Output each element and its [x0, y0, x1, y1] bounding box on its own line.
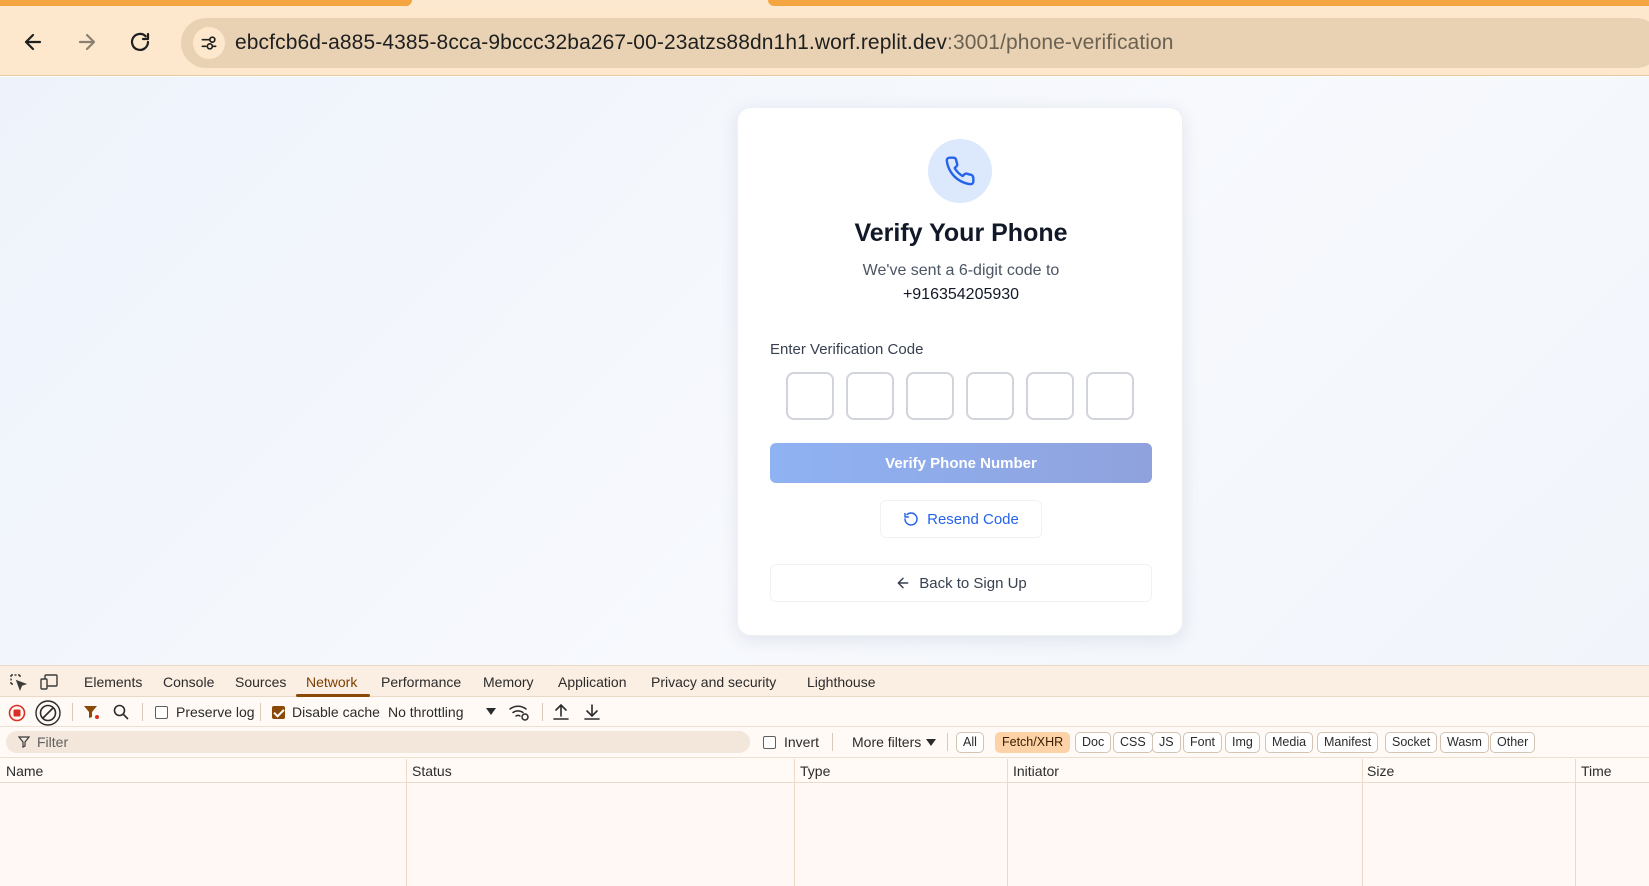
filter-input[interactable]: Filter	[6, 731, 750, 753]
otp-input-6[interactable]	[1086, 372, 1134, 420]
url-text: ebcfcb6d-a885-4385-8cca-9bccc32ba267-00-…	[235, 31, 1174, 54]
filter-icon	[18, 736, 30, 748]
column-initiator[interactable]: Initiator	[1013, 763, 1059, 779]
tab-performance[interactable]: Performance	[381, 674, 461, 690]
back-nav-button[interactable]	[15, 24, 51, 60]
site-settings-icon[interactable]	[193, 27, 225, 59]
network-conditions-icon[interactable]	[508, 702, 530, 722]
filter-chip-socket[interactable]: Socket	[1385, 732, 1438, 753]
arrow-right-icon	[78, 33, 96, 51]
preserve-log-checkbox[interactable]	[155, 706, 168, 719]
browser-toolbar: ebcfcb6d-a885-4385-8cca-9bccc32ba267-00-…	[0, 6, 1649, 76]
resend-label: Resend Code	[927, 510, 1019, 528]
column-name[interactable]: Name	[6, 763, 43, 779]
arrow-left-icon	[24, 33, 42, 51]
tab-application[interactable]: Application	[558, 674, 627, 690]
verify-phone-button[interactable]: Verify Phone Number	[770, 443, 1152, 483]
tab-lighthouse[interactable]: Lighthouse	[807, 674, 876, 690]
reload-button[interactable]	[122, 24, 158, 60]
filter-toggle-icon[interactable]	[82, 703, 100, 721]
filter-chip-all[interactable]: All	[956, 732, 984, 753]
network-table-body	[0, 784, 1649, 886]
inspect-element-icon[interactable]	[8, 672, 28, 692]
column-type[interactable]: Type	[800, 763, 830, 779]
tab-privacy-security[interactable]: Privacy and security	[651, 674, 776, 690]
more-filters-dropdown[interactable]: More filters	[852, 734, 921, 750]
refresh-icon	[904, 512, 918, 526]
filter-chip-css[interactable]: CSS	[1113, 732, 1153, 753]
column-status[interactable]: Status	[412, 763, 452, 779]
column-divider[interactable]	[406, 759, 407, 886]
code-label: Enter Verification Code	[770, 341, 924, 358]
invert-checkbox[interactable]	[763, 736, 776, 749]
column-divider[interactable]	[1007, 759, 1008, 886]
otp-input-3[interactable]	[906, 372, 954, 420]
otp-input-1[interactable]	[786, 372, 834, 420]
filter-placeholder: Filter	[37, 734, 69, 750]
column-divider[interactable]	[794, 759, 795, 886]
toolbar-separator	[832, 733, 833, 751]
caret-down-icon	[926, 739, 936, 746]
filter-chip-font[interactable]: Font	[1183, 732, 1223, 753]
filter-chip-media[interactable]: Media	[1265, 732, 1314, 753]
tab-console[interactable]: Console	[163, 674, 214, 690]
devtools-tabs: Elements Console Sources Network Perform…	[0, 666, 1649, 697]
disable-cache-checkbox[interactable]	[272, 706, 285, 719]
record-stop-icon[interactable]	[8, 704, 26, 722]
filter-chip-doc[interactable]: Doc	[1075, 732, 1112, 753]
toolbar-separator	[947, 733, 948, 751]
filter-chip-img[interactable]: Img	[1225, 732, 1260, 753]
filter-chip-other[interactable]: Other	[1490, 732, 1536, 753]
address-bar[interactable]: ebcfcb6d-a885-4385-8cca-9bccc32ba267-00-…	[181, 18, 1649, 68]
column-size[interactable]: Size	[1367, 763, 1394, 779]
preserve-log-label: Preserve log	[176, 704, 255, 720]
filter-chip-fetch-xhr[interactable]: Fetch/XHR	[995, 732, 1071, 753]
column-divider[interactable]	[1575, 759, 1576, 886]
clear-icon[interactable]	[35, 700, 61, 726]
verification-card: Verify Your Phone We've sent a 6-digit c…	[737, 107, 1183, 636]
phone-number: +916354205930	[902, 286, 1020, 303]
network-table-header: Name Status Type Initiator Size Time	[0, 759, 1649, 783]
tab-network[interactable]: Network	[306, 674, 357, 690]
tab-sources[interactable]: Sources	[235, 674, 286, 690]
device-toolbar-icon[interactable]	[39, 672, 59, 692]
filter-chip-js[interactable]: JS	[1152, 732, 1181, 753]
back-to-signup-button[interactable]: Back to Sign Up	[770, 564, 1152, 602]
disable-cache-label: Disable cache	[292, 704, 380, 720]
tab-elements[interactable]: Elements	[84, 674, 142, 690]
throttling-select[interactable]: No throttling	[388, 704, 463, 720]
toolbar-separator	[542, 703, 543, 721]
toolbar-separator	[72, 703, 73, 721]
phone-icon	[945, 156, 975, 186]
forward-nav-button[interactable]	[69, 24, 105, 60]
download-icon[interactable]	[583, 702, 601, 722]
page-title: Verify Your Phone	[854, 219, 1068, 247]
resend-code-button[interactable]: Resend Code	[880, 500, 1042, 538]
otp-input-2[interactable]	[846, 372, 894, 420]
filter-chip-wasm[interactable]: Wasm	[1440, 732, 1489, 753]
search-icon[interactable]	[112, 703, 130, 721]
column-divider[interactable]	[1362, 759, 1363, 886]
column-time[interactable]: Time	[1581, 763, 1612, 779]
reload-icon	[130, 32, 150, 51]
filter-chip-manifest[interactable]: Manifest	[1317, 732, 1379, 753]
otp-input-4[interactable]	[966, 372, 1014, 420]
toolbar-separator	[260, 703, 261, 721]
otp-input-5[interactable]	[1026, 372, 1074, 420]
subtitle-text: We've sent a 6-digit code to	[862, 262, 1060, 279]
tab-memory[interactable]: Memory	[483, 674, 534, 690]
arrow-left-icon	[897, 577, 909, 589]
back-label: Back to Sign Up	[919, 574, 1027, 592]
filter-bar: Filter Invert More filters All Fetch/XHR…	[0, 727, 1649, 758]
network-toolbar: Preserve log Disable cache No throttling	[0, 697, 1649, 727]
invert-label: Invert	[784, 734, 820, 750]
devtools-panel: Elements Console Sources Network Perform…	[0, 665, 1649, 886]
caret-down-icon	[486, 708, 496, 715]
phone-icon-badge	[928, 139, 992, 203]
toolbar-separator	[142, 703, 143, 721]
upload-icon[interactable]	[552, 702, 570, 722]
page-content: Verify Your Phone We've sent a 6-digit c…	[0, 77, 1649, 665]
